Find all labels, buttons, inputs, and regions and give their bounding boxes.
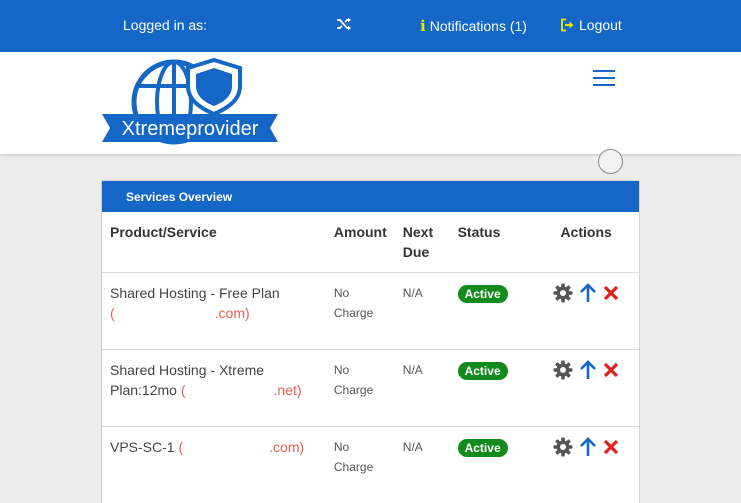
scroll-indicator-circle[interactable] (598, 149, 623, 174)
info-icon: i (420, 17, 426, 35)
amount-line-2: Charge (333, 306, 374, 320)
shuffle-icon (337, 17, 351, 31)
logo-text: Xtremeprovider (122, 118, 259, 140)
top-bar: Logged in as: i Notifications (1) Logout (0, 0, 741, 52)
actions-cell (533, 426, 639, 503)
amount-line-1: No (333, 286, 350, 300)
amount-cell: No Charge (325, 426, 395, 503)
table-row[interactable]: Shared Hosting - Xtreme Plan:12mo ( .net)… (102, 349, 639, 427)
notifications-label: Notifications (1) (429, 18, 527, 34)
site-header: Xtremeprovider (0, 52, 741, 154)
amount-line-2: Charge (333, 383, 374, 397)
table-row[interactable]: VPS-SC-1 ( .com) No Charge N/A Active (102, 426, 639, 503)
arrow-up-icon[interactable] (579, 360, 597, 385)
product-name-cont: Plan:12mo (110, 382, 177, 398)
table-header-row: Product/Service Amount Next Due Status Ac… (102, 212, 639, 273)
status-badge: Active (457, 362, 508, 380)
switch-account-button[interactable] (336, 16, 352, 32)
arrow-up-icon[interactable] (579, 437, 597, 462)
close-icon[interactable] (603, 362, 619, 383)
column-header-next-due[interactable]: Next Due (394, 212, 450, 273)
product-name: Shared Hosting - Xtreme (110, 362, 265, 378)
brand-logo[interactable]: Xtremeprovider (102, 56, 278, 152)
panel-title: Services Overview (102, 181, 639, 212)
amount-line-2: Charge (333, 460, 374, 474)
next-due-cell: N/A (394, 426, 450, 503)
logout-link[interactable]: Logout (560, 17, 622, 33)
amount-line-1: No (333, 440, 350, 454)
amount-cell: No Charge (325, 349, 395, 427)
status-badge: Active (457, 439, 508, 457)
gear-icon[interactable] (553, 283, 573, 308)
due-label: Due (402, 244, 430, 260)
logout-icon (561, 18, 574, 32)
amount-line-1: No (333, 363, 350, 377)
product-name: VPS-SC-1 (110, 439, 175, 455)
notifications-link[interactable]: i Notifications (1) (420, 17, 527, 35)
domain-tld: .net) (273, 382, 302, 398)
domain-tld: .com) (269, 439, 305, 455)
status-badge: Active (457, 285, 508, 303)
product-cell: VPS-SC-1 ( .com) (102, 426, 326, 503)
status-cell: Active (449, 426, 534, 503)
product-cell: Shared Hosting - Free Plan ( .com) (102, 272, 326, 350)
logout-label: Logout (579, 17, 622, 33)
hamburger-icon[interactable] (593, 70, 615, 86)
next-due-cell: N/A (394, 349, 450, 427)
next-label: Next (402, 224, 434, 240)
domain-open: ( (180, 382, 186, 398)
domain-tld: .com) (214, 305, 250, 321)
next-due-cell: N/A (394, 272, 450, 350)
gear-icon[interactable] (553, 360, 573, 385)
table-row[interactable]: Shared Hosting - Free Plan ( .com) No Char… (102, 272, 639, 350)
column-header-actions: Actions (533, 212, 639, 273)
gear-icon[interactable] (553, 437, 573, 462)
column-header-product[interactable]: Product/Service (102, 212, 326, 273)
services-table: Product/Service Amount Next Due Status Ac… (102, 212, 639, 503)
arrow-up-icon[interactable] (579, 283, 597, 308)
product-name: Shared Hosting - Free Plan (110, 285, 280, 301)
product-cell: Shared Hosting - Xtreme Plan:12mo ( .net) (102, 349, 326, 427)
domain-open: ( (178, 439, 184, 455)
logged-in-label: Logged in as: (123, 17, 208, 33)
actions-cell (533, 349, 639, 427)
domain-open: ( (110, 305, 115, 321)
amount-cell: No Charge (325, 272, 395, 350)
close-icon[interactable] (603, 439, 619, 460)
services-overview-panel: Services Overview Product/Service Amount… (101, 180, 640, 503)
close-icon[interactable] (603, 285, 619, 306)
column-header-amount[interactable]: Amount (325, 212, 395, 273)
status-cell: Active (449, 272, 534, 350)
status-cell: Active (449, 349, 534, 427)
actions-cell (533, 272, 639, 350)
column-header-status[interactable]: Status (449, 212, 534, 273)
